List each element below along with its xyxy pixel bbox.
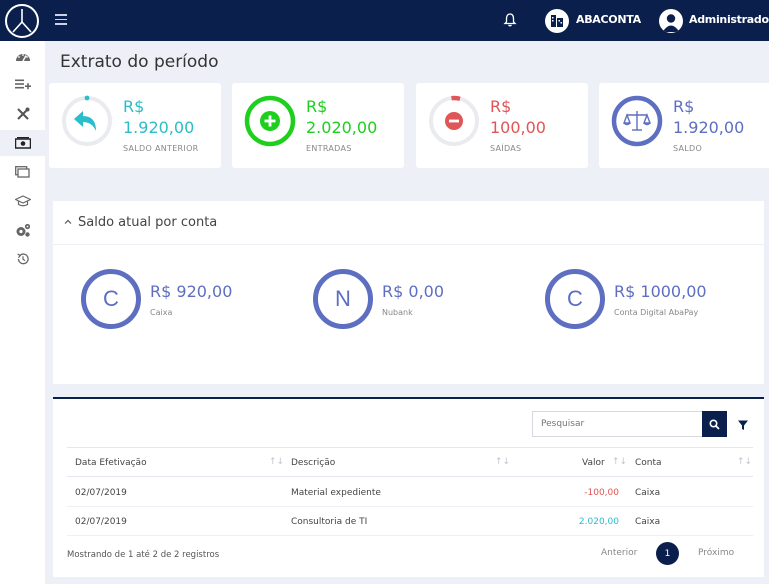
plus-circle-icon — [260, 111, 280, 131]
filter-icon[interactable] — [737, 419, 749, 431]
stat-card-saidas: R$ 100,00 SAÍDAS — [416, 83, 588, 168]
stat-card-entradas: R$ 2.020,00 ENTRADAS — [232, 83, 404, 168]
saldo-anterior-ring — [62, 95, 112, 146]
sidebar-item-tools[interactable] — [0, 101, 45, 127]
top-bar: ABACONTA Administrador — [0, 0, 769, 41]
chevron-up-icon[interactable] — [63, 217, 73, 227]
dashboard-icon — [15, 54, 30, 62]
transactions-panel: Data Efetivação ↑↓ Descrição ↑↓ Valor ↑↓… — [53, 397, 764, 577]
sidebar-item-settings[interactable] — [0, 217, 45, 243]
sidebar-item-dashboard[interactable] — [0, 44, 45, 70]
saldo-panel: Saldo atual por conta C R$ 920,00 Caixa … — [53, 201, 764, 384]
cell-account: Caixa — [635, 488, 661, 498]
stat-currency: R$ — [673, 97, 695, 116]
pagination-page-current[interactable]: 1 — [656, 542, 679, 565]
stat-value: R$ 100,00 — [490, 96, 546, 138]
stat-amount: 1.920,00 — [123, 118, 195, 137]
search-button[interactable] — [702, 411, 727, 437]
stat-label: ENTRADAS — [306, 144, 352, 153]
company-label[interactable]: ABACONTA — [576, 13, 641, 26]
account-nubank: N R$ 0,00 Nubank — [313, 269, 533, 331]
page-title: Extrato do período — [60, 52, 219, 72]
saldo-ring — [611, 95, 663, 147]
history-icon — [16, 253, 29, 265]
sidebar-item-history[interactable] — [0, 246, 45, 272]
cell-date: 02/07/2019 — [75, 517, 127, 527]
menu-toggle-icon[interactable] — [55, 14, 67, 25]
cell-value: -100,00 — [584, 488, 619, 498]
cell-date: 02/07/2019 — [75, 488, 127, 498]
pagination-previous[interactable]: Anterior — [601, 548, 637, 558]
cell-account: Caixa — [635, 517, 661, 527]
account-name: Nubank — [382, 308, 413, 317]
cell-description: Material expediente — [291, 488, 381, 498]
gears-icon — [16, 223, 30, 237]
account-value: R$ 1000,00 — [614, 282, 707, 301]
stat-card-saldo: R$ 1.920,00 SALDO — [599, 83, 769, 168]
stat-currency: R$ — [123, 97, 145, 116]
stat-amount: 2.020,00 — [306, 118, 378, 137]
bell-icon[interactable] — [502, 12, 518, 28]
account-initial-badge: N — [313, 269, 373, 329]
table-header: Data Efetivação ↑↓ Descrição ↑↓ Valor ↑↓… — [67, 447, 753, 477]
table-row[interactable]: 02/07/2019 Consultoria de TI 2.020,00 Ca… — [67, 507, 753, 536]
sort-icon[interactable]: ↑↓ — [737, 457, 752, 467]
stat-card-saldo-anterior: R$ 1.920,00 SALDO ANTERIOR — [49, 83, 221, 168]
account-value: R$ 0,00 — [382, 282, 445, 301]
graduation-cap-icon — [14, 195, 31, 207]
account-name: Conta Digital AbaPay — [614, 308, 699, 317]
account-initial-badge: C — [545, 269, 605, 329]
minus-circle-icon — [445, 112, 463, 130]
stat-label: SALDO ANTERIOR — [123, 144, 199, 153]
sort-icon[interactable]: ↑↓ — [269, 457, 284, 467]
column-header-value[interactable]: Valor — [582, 458, 605, 468]
reply-arrow-icon — [74, 111, 96, 131]
balance-scale-icon — [622, 111, 652, 131]
search-icon — [709, 418, 720, 430]
stat-label: SAÍDAS — [490, 144, 522, 153]
sidebar-item-education[interactable] — [0, 188, 45, 214]
stat-value: R$ 1.920,00 — [123, 96, 194, 138]
account-name: Caixa — [150, 308, 173, 317]
stat-amount: 100,00 — [490, 118, 546, 137]
column-header-account[interactable]: Conta — [635, 458, 662, 468]
sidebar-item-list-add[interactable] — [0, 72, 45, 98]
cell-value: 2.020,00 — [578, 517, 619, 527]
cell-description: Consultoria de TI — [291, 517, 368, 527]
tools-icon — [16, 107, 29, 120]
stat-value: R$ 1.920,00 — [673, 96, 744, 138]
account-caixa: C R$ 920,00 Caixa — [81, 269, 301, 331]
sidebar-item-money[interactable] — [0, 130, 45, 156]
sidebar-item-window[interactable] — [0, 159, 45, 185]
saldo-panel-title: Saldo atual por conta — [78, 215, 218, 230]
saidas-ring — [429, 95, 479, 146]
stat-label: SALDO — [673, 144, 703, 153]
search-input[interactable] — [532, 411, 703, 437]
table-row[interactable]: 02/07/2019 Material expediente -100,00 C… — [67, 478, 753, 507]
column-header-date[interactable]: Data Efetivação — [75, 458, 147, 468]
user-name[interactable]: Administrador — [689, 13, 769, 26]
sort-icon[interactable]: ↑↓ — [612, 457, 627, 467]
money-icon — [14, 137, 31, 149]
app-logo[interactable] — [5, 4, 39, 38]
sidebar — [0, 41, 45, 584]
account-value: R$ 920,00 — [150, 282, 233, 301]
saldo-panel-header[interactable]: Saldo atual por conta — [53, 201, 764, 245]
list-add-icon — [14, 79, 31, 90]
column-header-description[interactable]: Descrição — [291, 458, 335, 468]
account-initial-badge: C — [81, 269, 141, 329]
stat-currency: R$ — [306, 97, 328, 116]
user-avatar-icon[interactable] — [659, 9, 683, 33]
stat-amount: 1.920,00 — [673, 118, 745, 137]
window-icon — [15, 166, 30, 178]
stat-value: R$ 2.020,00 — [306, 96, 377, 138]
sort-icon[interactable]: ↑↓ — [495, 457, 510, 467]
stat-currency: R$ — [490, 97, 512, 116]
entradas-ring — [244, 95, 296, 147]
company-building-icon[interactable] — [545, 9, 569, 33]
table-info: Mostrando de 1 até 2 de 2 registros — [67, 550, 220, 560]
pagination-next[interactable]: Próximo — [698, 548, 734, 558]
account-conta-digital: C R$ 1000,00 Conta Digital AbaPay — [545, 269, 765, 331]
